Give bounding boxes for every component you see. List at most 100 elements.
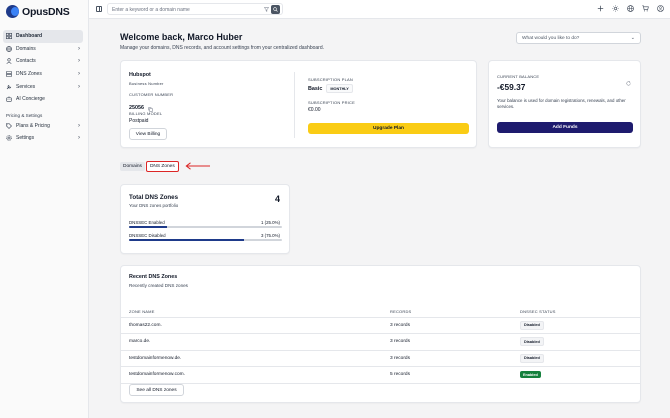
dnssec-enabled-bar-fill — [129, 226, 168, 228]
chevron-right-icon: › — [78, 45, 80, 52]
search-input[interactable] — [112, 6, 262, 13]
page-subtitle: Manage your domains, DNS records, and ac… — [120, 45, 324, 51]
table-row[interactable]: testdomainformenow.de. 3 records Disable… — [121, 350, 641, 367]
business-name: Hubspot — [129, 72, 151, 78]
subscription-plan-label: SUBSCRIPTION PLAN — [308, 77, 353, 82]
sidebar-item-label: Services — [16, 83, 36, 90]
tab-dns-zones[interactable]: DNS Zones — [145, 161, 179, 172]
billing-model-label: BILLING MODEL — [129, 111, 163, 116]
dnssec-disabled-label: DNSSEC Disabled — [129, 233, 166, 238]
balance-amount: -€59.37 — [497, 82, 526, 92]
status-badge: Disabled — [520, 320, 544, 330]
sidebar: OpusDNS Dashboard Domains › Contacts › D… — [0, 0, 89, 418]
sidebar-item-services[interactable]: Services › — [3, 80, 83, 93]
column-header-zone-name: ZONE NAME — [121, 306, 382, 318]
language-globe-icon[interactable] — [627, 5, 634, 12]
zone-name[interactable]: marco.de. — [121, 333, 382, 351]
sidebar-item-label: Domains — [16, 45, 36, 52]
sidebar-item-label: Contacts — [16, 58, 36, 65]
bot-icon — [6, 96, 12, 102]
server-icon — [6, 71, 12, 77]
search-button[interactable] — [271, 5, 280, 14]
logo-icon — [6, 5, 19, 18]
sidebar-nav: Dashboard Domains › Contacts › DNS Zones… — [3, 30, 83, 145]
annotation-arrow — [185, 162, 210, 170]
page-title: Welcome back, Marco Huber — [120, 32, 243, 42]
business-name-label: Business Number — [129, 81, 164, 86]
sun-icon[interactable] — [612, 5, 619, 12]
top-bar — [89, 0, 670, 19]
dashboard-tabs: Domains DNS Zones — [120, 161, 179, 172]
wrench-icon — [6, 84, 12, 90]
plan-period-badge: MONTHLY — [326, 84, 353, 93]
main-content: Welcome back, Marco Huber Manage your do… — [89, 19, 670, 418]
user-account-icon[interactable] — [657, 5, 664, 12]
sidebar-item-ai-concierge[interactable]: AI Concierge — [3, 93, 83, 106]
sidebar-item-dashboard[interactable]: Dashboard — [3, 30, 83, 43]
upgrade-plan-button[interactable]: Upgrade Plan — [308, 123, 469, 134]
sidebar-item-label: AI Concierge — [16, 96, 45, 103]
balance-label: CURRENT BALANCE — [497, 74, 540, 79]
zone-records: 3 records — [382, 317, 512, 334]
table-row[interactable]: thomas22.com. 3 records Disabled — [121, 317, 641, 334]
dnssec-enabled-value: 1 (25.0%) — [260, 220, 280, 225]
user-icon — [6, 58, 12, 65]
customer-number-label: CUSTOMER NUMBER — [129, 92, 174, 97]
card-divider — [294, 72, 295, 138]
sidebar-item-label: DNS Zones — [16, 71, 42, 78]
cart-icon[interactable] — [642, 5, 649, 12]
recent-title: Recent DNS Zones — [129, 274, 178, 280]
sidebar-toggle-icon[interactable] — [96, 6, 102, 12]
app-name: OpusDNS — [22, 5, 70, 18]
dns-summary-title: Total DNS Zones — [129, 194, 179, 201]
sidebar-item-contacts[interactable]: Contacts › — [3, 55, 83, 68]
account-card: Hubspot Business Number CUSTOMER NUMBER … — [120, 60, 477, 148]
action-select[interactable]: What would you like to do? ⌄ — [516, 32, 641, 44]
sidebar-item-dns-zones[interactable]: DNS Zones › — [3, 68, 83, 81]
add-funds-button[interactable]: Add Funds — [497, 122, 633, 133]
status-badge: Disabled — [520, 353, 544, 363]
zone-records: 5 records — [382, 366, 512, 384]
table-header-row: ZONE NAME RECORDS DNSSEC STATUS — [121, 306, 641, 318]
table-row[interactable]: marco.de. 3 records Disabled — [121, 333, 641, 351]
gear-icon — [6, 135, 12, 142]
sidebar-item-settings[interactable]: Settings › — [3, 132, 83, 145]
action-select-placeholder: What would you like to do? — [522, 36, 580, 41]
see-all-dns-zones-button[interactable]: See all DNS zones — [129, 384, 184, 396]
tab-domains[interactable]: Domains — [120, 162, 145, 171]
sidebar-section-label: Pricing & Settings — [6, 112, 43, 118]
chevron-right-icon: › — [78, 71, 80, 78]
tag-icon — [6, 123, 12, 129]
chevron-right-icon: › — [78, 83, 80, 90]
balance-description: Your balance is used for domain registra… — [497, 98, 626, 110]
dns-summary-card: Total DNS Zones Your DNS zones portfolio… — [120, 184, 290, 254]
sidebar-item-label: Plans & Pricing — [16, 122, 50, 129]
dnssec-disabled-bar-fill — [129, 239, 244, 241]
dashboard-icon — [6, 33, 12, 40]
zone-name[interactable]: thomas22.com. — [121, 317, 382, 334]
sidebar-item-plans-pricing[interactable]: Plans & Pricing › — [3, 120, 83, 133]
chevron-right-icon: › — [78, 58, 80, 65]
refresh-icon[interactable] — [626, 73, 631, 91]
plan-name: Basic — [308, 85, 323, 92]
search-bar — [107, 3, 283, 15]
globe-icon — [6, 45, 12, 52]
dnssec-enabled-label: DNSSEC Enabled — [129, 220, 165, 225]
zone-name[interactable]: testdomainformenow.de. — [121, 350, 382, 367]
recent-dns-zones-card: Recent DNS Zones Recently created DNS zo… — [120, 265, 641, 403]
dnssec-disabled-bar — [129, 239, 282, 241]
logo[interactable]: OpusDNS — [6, 5, 70, 18]
table-row[interactable]: testdomainformenow.com. 5 records Enable… — [121, 366, 641, 384]
plus-icon[interactable] — [597, 5, 604, 12]
recent-subtitle: Recently created DNS zones — [129, 283, 188, 288]
dns-summary-subtitle: Your DNS zones portfolio — [129, 203, 179, 208]
column-header-dnssec-status: DNSSEC STATUS — [512, 306, 641, 318]
sidebar-item-domains[interactable]: Domains › — [3, 43, 83, 56]
filter-icon[interactable] — [263, 6, 270, 14]
column-header-records: RECORDS — [382, 306, 512, 318]
dns-zones-table: ZONE NAME RECORDS DNSSEC STATUS thomas22… — [121, 306, 641, 384]
view-billing-button[interactable]: View Billing — [129, 128, 167, 140]
zone-name[interactable]: testdomainformenow.com. — [121, 366, 382, 384]
chevron-down-icon: ⌄ — [630, 35, 635, 41]
zone-records: 3 records — [382, 350, 512, 367]
